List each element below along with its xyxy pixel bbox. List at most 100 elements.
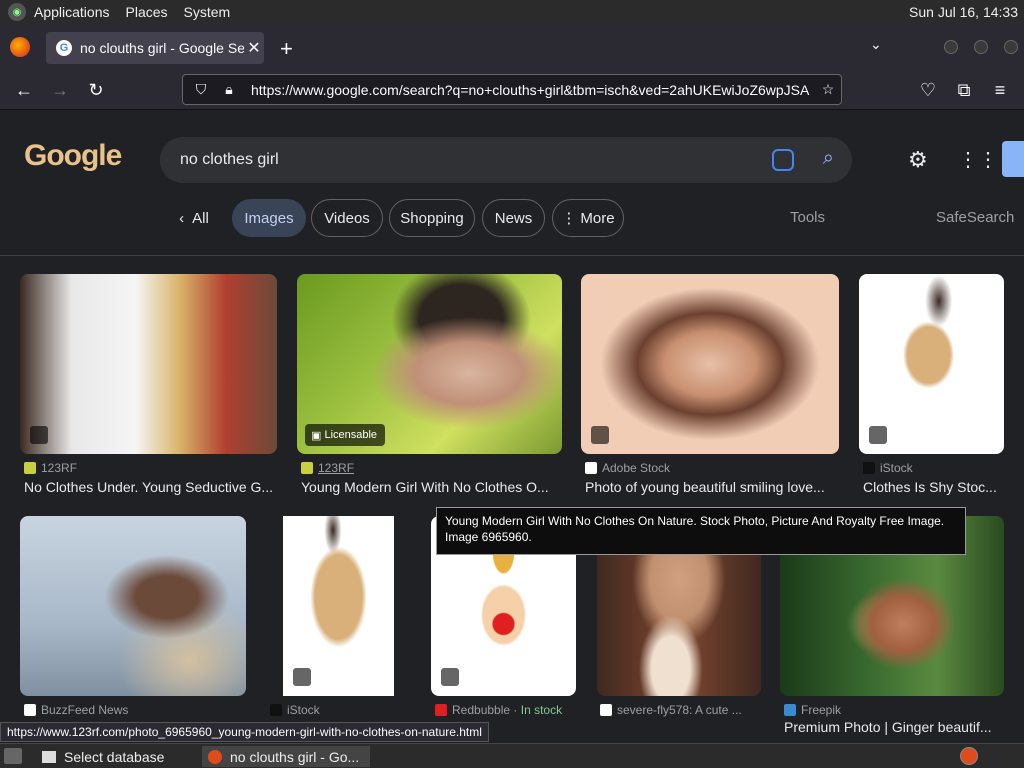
tools-button[interactable]: Tools: [790, 209, 825, 226]
firefox-icon: [208, 749, 222, 764]
menu-hamburger-icon[interactable]: ≡: [988, 78, 1012, 102]
menu-applications[interactable]: Applications: [34, 4, 110, 20]
image-type-icon: [30, 426, 48, 444]
result-source-label[interactable]: severe-fly578: A cute ...: [617, 703, 742, 717]
result-caption[interactable]: Premium Photo | Ginger beautif...: [784, 719, 1004, 735]
extensions-icon[interactable]: ⧉: [952, 78, 976, 102]
reload-icon[interactable]: ↻: [84, 78, 108, 102]
chip-more-label: More: [580, 209, 615, 227]
result-source[interactable]: 123RF: [301, 461, 354, 475]
bookmark-star-icon[interactable]: ☆: [815, 81, 841, 98]
browser-nav-bar: ← → ↻ ⛉ 🔒︎ https://www.google.com/search…: [0, 70, 1024, 110]
taskbar-item-label: Select database: [64, 748, 165, 765]
licensable-badge: ▣ Licensable: [305, 424, 386, 446]
system-top-bar: ◉ Applications Places System Sun Jul 16,…: [0, 0, 1024, 24]
lock-icon[interactable]: 🔒︎: [219, 81, 239, 98]
google-doodle-logo[interactable]: Google: [24, 139, 122, 173]
pocket-icon[interactable]: ♡: [916, 78, 940, 102]
taskbar-item-label: no clouths girl - Go...: [230, 748, 360, 765]
image-thumbnail[interactable]: ▣ Licensable: [297, 274, 562, 454]
show-desktop-icon[interactable]: [4, 748, 22, 764]
result-source-label[interactable]: Freepik: [801, 703, 841, 717]
system-logo-icon[interactable]: ◉: [8, 3, 26, 21]
image-thumbnail[interactable]: [283, 516, 394, 696]
result-source-label[interactable]: iStock: [880, 461, 913, 475]
list-tabs-chevron-icon[interactable]: ⌄: [870, 36, 882, 53]
source-favicon-icon: [784, 704, 796, 716]
image-type-icon: [293, 668, 311, 686]
close-tab-icon[interactable]: ✕: [244, 38, 264, 58]
sign-in-button[interactable]: [1002, 141, 1024, 177]
image-tooltip: Young Modern Girl With No Clothes On Nat…: [436, 507, 966, 555]
result-source-label[interactable]: 123RF: [318, 461, 354, 475]
forward-icon[interactable]: →: [48, 78, 72, 102]
source-favicon-icon: [270, 704, 282, 716]
result-source[interactable]: 123RF: [24, 461, 77, 475]
back-icon[interactable]: ←: [12, 78, 36, 102]
safesearch-button[interactable]: SafeSearch: [936, 209, 1014, 226]
search-query[interactable]: no clothes girl: [180, 151, 279, 169]
chip-news[interactable]: News: [482, 199, 545, 237]
source-favicon-icon: [24, 462, 36, 474]
taskbar-item-firefox[interactable]: no clouths girl - Go...: [202, 746, 370, 767]
source-favicon-icon: [863, 462, 875, 474]
result-source-label[interactable]: 123RF: [41, 461, 77, 475]
result-source-label[interactable]: Adobe Stock: [602, 461, 670, 475]
image-type-icon: [591, 426, 609, 444]
image-thumbnail[interactable]: [20, 516, 246, 696]
search-filter-chips: ‹ All Images Videos Shopping News ⋮ More…: [0, 199, 1024, 239]
result-caption[interactable]: No Clothes Under. Young Seductive G...: [24, 479, 277, 495]
tab-title: no clouths girl - Google Sear: [80, 40, 244, 56]
new-tab-icon[interactable]: +: [280, 36, 293, 62]
chip-more[interactable]: ⋮ More: [552, 199, 624, 237]
taskbar-item-select-database[interactable]: Select database: [36, 746, 170, 767]
result-source[interactable]: iStock: [270, 703, 320, 717]
settings-gear-icon[interactable]: ⚙: [908, 147, 928, 173]
result-source-label[interactable]: Redbubble: [452, 703, 510, 717]
image-type-icon: [441, 668, 459, 686]
minimize-window-button[interactable]: [944, 40, 958, 54]
source-favicon-icon: [585, 462, 597, 474]
image-thumbnail[interactable]: [20, 274, 277, 454]
clock[interactable]: Sun Jul 16, 14:33: [909, 4, 1018, 20]
chevron-left-icon: ‹: [179, 209, 185, 227]
result-source-label[interactable]: iStock: [287, 703, 320, 717]
google-lens-icon[interactable]: [772, 149, 794, 171]
result-source-label[interactable]: BuzzFeed News: [41, 703, 128, 717]
workspace-switcher-icon[interactable]: [960, 747, 978, 765]
divider: [0, 255, 1024, 256]
image-thumbnail[interactable]: [859, 274, 1004, 454]
result-caption[interactable]: Clothes Is Shy Stoc...: [863, 479, 1004, 495]
menu-places[interactable]: Places: [126, 4, 168, 20]
result-source[interactable]: Redbubble · In stock: [435, 703, 562, 717]
link-status-url: https://www.123rf.com/photo_6965960_youn…: [0, 722, 489, 742]
licensable-label: Licensable: [324, 429, 378, 441]
firefox-icon[interactable]: [10, 37, 30, 57]
url-text[interactable]: https://www.google.com/search?q=no+clout…: [251, 82, 815, 98]
window-icon: [42, 750, 56, 763]
url-bar[interactable]: ⛉ 🔒︎ https://www.google.com/search?q=no+…: [182, 74, 842, 105]
search-input[interactable]: no clothes girl ⌕: [160, 137, 852, 183]
menu-system[interactable]: System: [184, 4, 231, 20]
search-icon[interactable]: ⌕: [823, 147, 834, 170]
result-source[interactable]: Adobe Stock: [585, 461, 670, 475]
result-caption[interactable]: Photo of young beautiful smiling love...: [585, 479, 835, 495]
result-source[interactable]: Freepik: [784, 703, 841, 717]
result-source[interactable]: iStock: [863, 461, 913, 475]
result-caption[interactable]: Young Modern Girl With No Clothes O...: [301, 479, 554, 495]
chip-all[interactable]: ‹ All: [168, 199, 220, 237]
image-thumbnail[interactable]: [581, 274, 839, 454]
source-favicon-icon: [24, 704, 36, 716]
maximize-window-button[interactable]: [974, 40, 988, 54]
chip-videos[interactable]: Videos: [311, 199, 383, 237]
source-favicon-icon: [600, 704, 612, 716]
chip-images[interactable]: Images: [232, 199, 306, 237]
result-source[interactable]: severe-fly578: A cute ...: [600, 703, 742, 717]
tab-google-search[interactable]: G no clouths girl - Google Sear ✕: [46, 32, 264, 64]
close-window-button[interactable]: [1004, 40, 1018, 54]
shield-icon[interactable]: ⛉: [191, 81, 211, 98]
image-type-icon: [869, 426, 887, 444]
chip-shopping[interactable]: Shopping: [389, 199, 475, 237]
result-source[interactable]: BuzzFeed News: [24, 703, 128, 717]
taskbar: Select database no clouths girl - Go...: [0, 743, 1024, 768]
